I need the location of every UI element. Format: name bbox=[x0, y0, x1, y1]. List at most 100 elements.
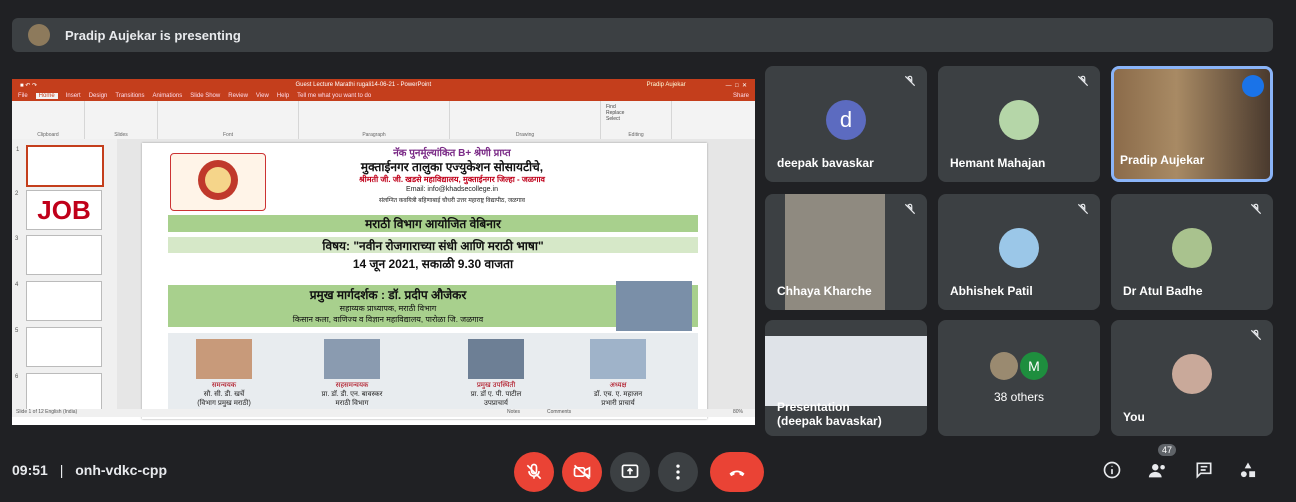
mic-off-icon bbox=[526, 463, 542, 480]
separator: | bbox=[59, 462, 64, 478]
tab-slideshow: Slide Show bbox=[190, 93, 221, 99]
thumb-6: 6 bbox=[15, 373, 102, 413]
group-paragraph: Paragraph bbox=[362, 132, 386, 138]
presenting-banner: Pradip Aujekar is presenting bbox=[12, 18, 1273, 52]
chat-button[interactable] bbox=[1192, 458, 1216, 482]
present-button[interactable] bbox=[610, 452, 650, 492]
avatar bbox=[990, 352, 1018, 380]
thumb-5: 5 bbox=[15, 327, 102, 367]
college-text: श्रीमती जी. जी. खडसे महाविद्यालय, मुक्ता… bbox=[359, 175, 545, 184]
leave-call-button[interactable] bbox=[710, 452, 764, 492]
avatar: d bbox=[826, 100, 866, 140]
date-text: 14 जून 2021, सकाळी 9.30 वाजता bbox=[352, 257, 514, 271]
guide-name: प्रमुख मार्गदर्शक : डॉ. प्रदीप औजेकर bbox=[309, 288, 467, 302]
ppt-ribbon-tabs: File Home Insert Design Transitions Anim… bbox=[12, 91, 755, 101]
mic-off-icon bbox=[1077, 75, 1089, 87]
meeting-info: 09:51 | onh-vdkc-cpp bbox=[12, 462, 167, 478]
people-count-badge: 47 bbox=[1158, 444, 1177, 456]
info-icon bbox=[1103, 461, 1121, 479]
college-logo bbox=[170, 153, 266, 211]
meeting-details-button[interactable] bbox=[1100, 458, 1124, 482]
chat-icon bbox=[1196, 462, 1212, 479]
dept-band: मराठी विभाग आयोजित वेबिनार bbox=[168, 215, 698, 232]
organizer-4: अध्यक्ष डॉ. एच. ए. महाजन प्रभारी प्राचार्य bbox=[568, 339, 668, 408]
share-link: Share bbox=[732, 93, 749, 99]
more-options-button[interactable] bbox=[658, 452, 698, 492]
more-vert-icon bbox=[676, 464, 680, 480]
thumb-3: 3 bbox=[15, 235, 102, 275]
thumb-2: 2 JOB bbox=[15, 190, 102, 230]
email-text: Email: info@khadsecollege.in bbox=[406, 186, 498, 193]
camera-off-icon bbox=[573, 464, 591, 480]
guide-photo bbox=[616, 281, 692, 331]
group-drawing: Drawing bbox=[515, 132, 535, 138]
status-text: Slide 1 of 12 English (India) bbox=[16, 409, 78, 415]
presentation-preview bbox=[765, 336, 927, 406]
participant-name: Hemant Mahajan bbox=[950, 156, 1046, 170]
mic-off-icon bbox=[904, 203, 916, 215]
tab-view: View bbox=[255, 93, 269, 99]
tab-animations: Animations bbox=[152, 93, 183, 99]
organizer-2: सहसमन्वयक प्रा. डॉ. डी. एन. बावस्कर मराठी … bbox=[302, 339, 402, 408]
activities-icon bbox=[1240, 462, 1256, 478]
topic-band: विषय: "नवीन रोजगाराच्या संधी आणि मराठी भ… bbox=[168, 237, 698, 253]
participant-name: deepak bavaskar bbox=[777, 156, 874, 170]
participant-tile-active-speaker[interactable]: Pradip Aujekar bbox=[1111, 66, 1273, 182]
presentation-tile[interactable]: Presentation (deepak bavaskar) bbox=[765, 320, 927, 436]
present-screen-icon bbox=[621, 464, 639, 478]
group-clipboard: Clipboard bbox=[37, 132, 59, 138]
participant-tile[interactable]: d deepak bavaskar bbox=[765, 66, 927, 182]
participant-tile[interactable]: Chhaya Kharche bbox=[765, 194, 927, 310]
speaking-indicator-icon bbox=[1242, 75, 1264, 97]
others-tile[interactable]: M 38 others bbox=[938, 320, 1100, 436]
people-button[interactable]: 47 bbox=[1146, 444, 1177, 482]
self-tile[interactable]: You bbox=[1111, 320, 1273, 436]
slide-thumbnails: 1 2 JOB 3 4 5 6 bbox=[12, 139, 117, 417]
clock: 09:51 bbox=[12, 462, 48, 478]
guide-role: सहाय्यक प्राध्यापक, मराठी विभाग bbox=[339, 304, 437, 313]
participant-name: Abhishek Patil bbox=[950, 284, 1033, 298]
ppt-user: Pradip Aujekar bbox=[646, 82, 686, 88]
group-slides: Slides bbox=[114, 132, 128, 138]
presenter-avatar bbox=[28, 24, 50, 46]
avatar bbox=[999, 100, 1039, 140]
comments-label: Comments bbox=[547, 409, 572, 415]
avatar bbox=[1172, 228, 1212, 268]
thumb-job-text: JOB bbox=[37, 195, 91, 225]
mic-off-icon bbox=[1250, 203, 1262, 215]
thumb-1: 1 bbox=[16, 145, 104, 187]
avatar bbox=[1172, 354, 1212, 394]
mic-toggle-button[interactable] bbox=[514, 452, 554, 492]
hang-up-icon bbox=[729, 470, 745, 477]
tab-home: Home bbox=[35, 93, 58, 99]
naac-text: नॅक पुनर्मूल्यांकित B+ श्रेणी प्राप्त bbox=[393, 148, 511, 159]
mic-off-icon bbox=[1077, 203, 1089, 215]
group-font: Font bbox=[222, 132, 233, 138]
tab-file: File bbox=[18, 93, 28, 99]
tab-design: Design bbox=[88, 93, 108, 99]
activities-button[interactable] bbox=[1236, 458, 1260, 482]
participant-tile[interactable]: Abhishek Patil bbox=[938, 194, 1100, 310]
ppt-window-title: Guest Lecture Marathi rugali14-06-21 - P… bbox=[295, 82, 432, 88]
mic-off-icon bbox=[1250, 329, 1262, 341]
participant-name: Chhaya Kharche bbox=[777, 284, 872, 298]
ppt-titlebar: ■ ↶ ↷ Guest Lecture Marathi rugali14-06-… bbox=[12, 79, 755, 91]
group-editing: Editing bbox=[628, 132, 644, 138]
avatar: M bbox=[1020, 352, 1048, 380]
participant-name: Dr Atul Badhe bbox=[1123, 284, 1203, 298]
participant-tile[interactable]: Dr Atul Badhe bbox=[1111, 194, 1273, 310]
camera-toggle-button[interactable] bbox=[562, 452, 602, 492]
ppt-ribbon: Clipboard Slides Font Paragraph Drawing … bbox=[12, 101, 755, 140]
tab-transitions: Transitions bbox=[115, 93, 145, 99]
guide-college: किसान कला, वाणिज्य व विज्ञान महाविद्यालय… bbox=[292, 315, 484, 324]
avatar bbox=[999, 228, 1039, 268]
organizers: समन्वयक सौ. सी. डी. खर्चे (विभाग प्रमुख मर… bbox=[168, 333, 698, 413]
participant-tile[interactable]: Hemant Mahajan bbox=[938, 66, 1100, 182]
current-slide: नॅक पुनर्मूल्यांकित B+ श्रेणी प्राप्त मु… bbox=[142, 143, 707, 419]
bottom-bar: 09:51 | onh-vdkc-cpp 47 bbox=[0, 440, 1296, 502]
participant-name: Pradip Aujekar bbox=[1120, 153, 1205, 167]
tab-review: Review bbox=[228, 93, 248, 99]
shared-screen: ■ ↶ ↷ Guest Lecture Marathi rugali14-06-… bbox=[12, 79, 755, 425]
ppt-workarea: 1 2 JOB 3 4 5 6 नॅक पुनर्मूल्यांकित B+ श्… bbox=[12, 139, 755, 419]
ppt-statusbar: Slide 1 of 12 English (India) Notes Comm… bbox=[12, 409, 755, 417]
